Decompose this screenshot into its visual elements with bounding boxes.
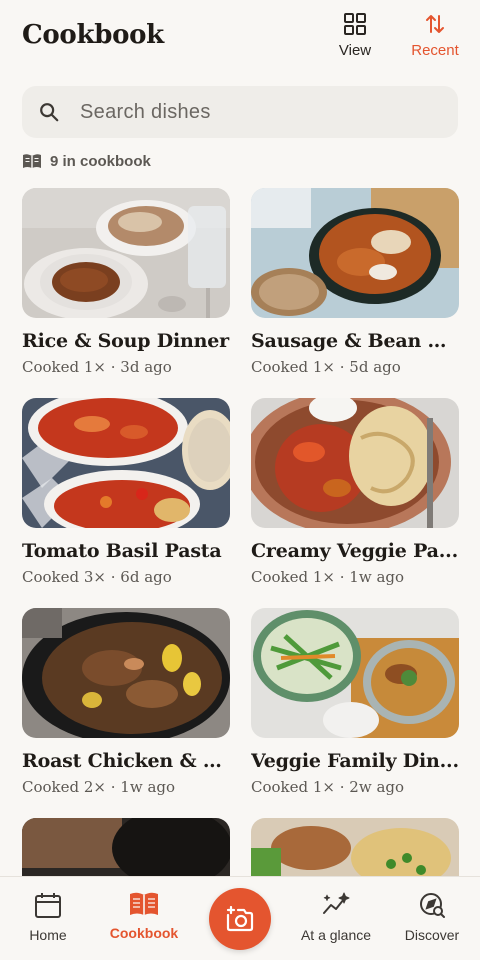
nav-item-cookbook[interactable]: Cookbook: [96, 891, 192, 951]
compass-search-icon: [420, 893, 445, 918]
recipe-photo: [251, 608, 459, 738]
grid-icon: [344, 13, 366, 35]
recipe-card[interactable]: Rice & Soup Dinner Cooked 1× · 3d ago: [22, 188, 230, 376]
recipe-title: Sausage & Bean St...: [251, 330, 459, 352]
nav-label: Discover: [404, 927, 460, 943]
cookbook-count-text: 9 in cookbook: [50, 152, 151, 170]
search-input[interactable]: [80, 100, 420, 124]
recipe-photo: [22, 398, 230, 528]
search-bar[interactable]: [22, 86, 458, 138]
nav-item-home[interactable]: Home: [0, 891, 96, 951]
recipe-title: Veggie Family Din...: [251, 750, 459, 772]
recipe-card[interactable]: Roast Chicken & P... Cooked 2× · 1w ago: [22, 608, 230, 796]
recipe-photo: [251, 188, 459, 318]
recipe-title: Tomato Basil Pasta: [22, 540, 222, 562]
add-camera-icon: [226, 906, 254, 932]
recipe-meta: Cooked 1× · 2w ago: [251, 778, 405, 796]
open-book-icon: [23, 154, 41, 168]
nav-item-at-a-glance[interactable]: At a glance: [288, 891, 384, 951]
recipe-meta: Cooked 1× · 1w ago: [251, 568, 405, 586]
open-book-icon: [130, 892, 158, 915]
nav-label: Cookbook: [109, 925, 179, 941]
cookbook-count: 9 in cookbook: [22, 150, 151, 172]
nav-label: Home: [29, 927, 67, 943]
calendar-icon: [35, 893, 61, 918]
search-icon: [40, 103, 59, 122]
recipe-card[interactable]: Creamy Veggie Pa... Cooked 1× · 1w ago: [251, 398, 459, 586]
recipe-photo: [251, 398, 459, 528]
view-toggle-button[interactable]: View: [320, 12, 390, 68]
recipe-meta: Cooked 1× · 3d ago: [22, 358, 172, 376]
recipe-title: Creamy Veggie Pa...: [251, 540, 458, 562]
add-photo-button[interactable]: [209, 888, 271, 950]
recent-label: Recent: [411, 42, 459, 59]
recipe-meta: Cooked 1× · 5d ago: [251, 358, 401, 376]
header: Cookbook View Recent: [0, 0, 480, 80]
sort-arrows-icon: [426, 15, 444, 33]
recipe-title: Rice & Soup Dinner: [22, 330, 229, 352]
recipe-photo: [22, 608, 230, 738]
nav-label: At a glance: [300, 927, 372, 943]
nav-item-discover[interactable]: Discover: [384, 891, 480, 951]
recipe-title: Roast Chicken & P...: [22, 750, 230, 772]
sort-recent-button[interactable]: Recent: [400, 12, 470, 68]
recipe-card[interactable]: Tomato Basil Pasta Cooked 3× · 6d ago: [22, 398, 230, 586]
recipe-card[interactable]: Sausage & Bean St... Cooked 1× · 5d ago: [251, 188, 459, 376]
recipe-meta: Cooked 3× · 6d ago: [22, 568, 172, 586]
sparkle-trend-icon: [323, 892, 350, 914]
page-title: Cookbook: [22, 20, 164, 50]
view-label: View: [338, 42, 372, 59]
recipe-meta: Cooked 2× · 1w ago: [22, 778, 176, 796]
recipe-photo: [22, 188, 230, 318]
recipe-card[interactable]: Veggie Family Din... Cooked 1× · 2w ago: [251, 608, 459, 796]
